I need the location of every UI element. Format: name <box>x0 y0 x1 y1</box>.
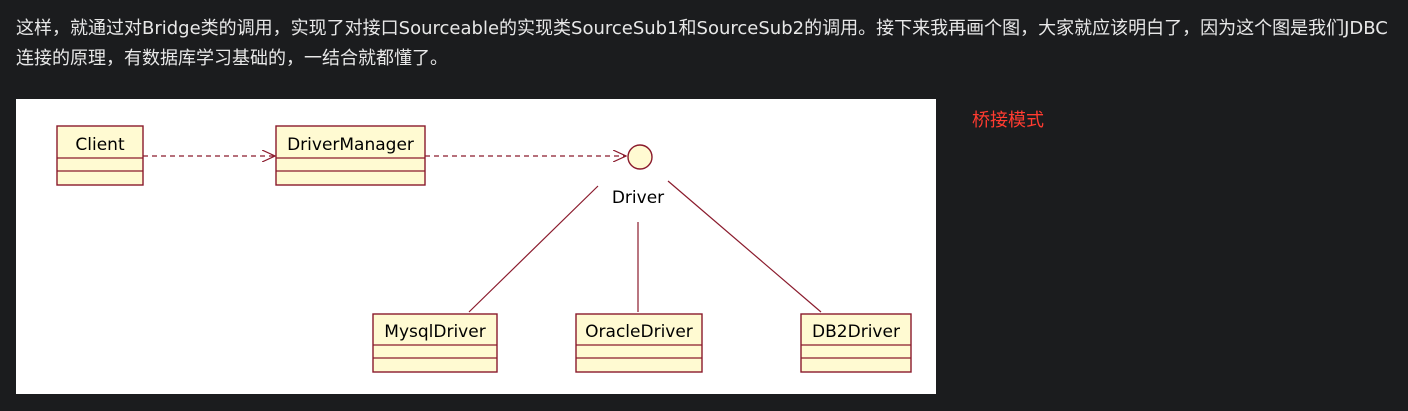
class-db2-driver: DB2Driver <box>800 313 912 373</box>
link-driver-mysql <box>468 185 599 313</box>
class-driver-manager-name: DriverManager <box>287 135 414 155</box>
class-oracle-driver-name: OracleDriver <box>585 322 693 342</box>
class-oracle-driver: OracleDriver <box>575 313 703 373</box>
interface-driver-label: Driver <box>612 188 664 208</box>
class-mysql-driver-name: MysqlDriver <box>384 322 485 342</box>
uml-svg: Client DriverManager Driver MysqlDriver <box>56 125 912 373</box>
interface-driver-circle <box>627 144 653 170</box>
article-paragraph: 这样，就通过对Bridge类的调用，实现了对接口Sourceable的实现类So… <box>16 18 1388 69</box>
bridge-pattern-label: 桥接模式 <box>972 110 1044 131</box>
bridge-uml-diagram: Client DriverManager Driver MysqlDriver <box>16 99 936 394</box>
class-db2-driver-name: DB2Driver <box>812 322 900 342</box>
class-client-name: Client <box>75 135 125 155</box>
class-mysql-driver: MysqlDriver <box>372 313 498 373</box>
class-driver-manager: DriverManager <box>275 125 426 186</box>
link-driver-db2 <box>667 180 822 313</box>
interface-driver: Driver <box>612 144 664 208</box>
class-client: Client <box>56 125 144 186</box>
